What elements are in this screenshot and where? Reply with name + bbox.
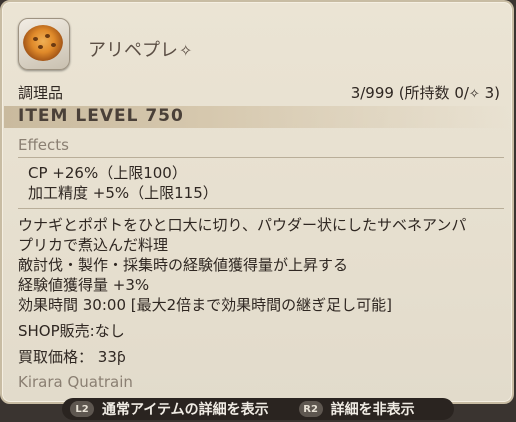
r2-button-icon: R2: [298, 401, 323, 417]
sell-price: 買取価格： 33ƥ: [18, 346, 126, 367]
item-name: アリペプレ✧: [88, 36, 192, 62]
item-icon: [18, 18, 70, 70]
hq-icon: ✧: [179, 41, 193, 60]
effect-line: CP +26%（上限100）: [28, 164, 187, 182]
gil-icon: ƥ: [116, 350, 126, 366]
description-divider: [18, 208, 504, 209]
effects-divider: [18, 157, 504, 158]
effects-title: Effects: [18, 136, 69, 154]
item-tooltip-panel: アリペプレ✧ 調理品 3/999 (所持数 0/✧ 3) ITEM LEVEL …: [0, 0, 514, 404]
description-line: 経験値獲得量 +3%: [18, 276, 150, 294]
description-line: プリカで煮込んだ料理: [18, 236, 169, 254]
effect-line: 加工精度 +5%（上限115）: [28, 184, 218, 202]
shop-info: SHOP販売:なし: [18, 322, 125, 340]
item-stock-count: 3/999 (所持数 0/✧ 3): [351, 82, 500, 103]
l2-button-icon: L2: [70, 401, 94, 417]
stock-hq-count: 3): [479, 84, 500, 102]
stock-text: 3/999 (所持数 0/: [350, 84, 469, 102]
description-line: ウナギとポポトをひと口大に切り、パウダー状にしたサベネアンパ: [18, 216, 467, 234]
sell-price-label: 買取価格：: [18, 348, 94, 366]
sell-price-value: 33: [97, 348, 117, 366]
hq-icon: ✧: [468, 87, 480, 102]
description-line: 敵討伐・製作・採集時の経験値獲得量が上昇する: [18, 256, 349, 274]
hide-details-action[interactable]: 詳細を非表示: [331, 399, 415, 419]
item-name-text: アリペプレ: [88, 40, 178, 61]
footer-hint-bar: L2 通常アイテムの詳細を表示 R2 詳細を非表示: [62, 398, 454, 420]
item-level: ITEM LEVEL 750: [18, 106, 184, 126]
show-normal-details-action[interactable]: 通常アイテムの詳細を表示: [102, 399, 269, 419]
description-line: 効果時間 30:00 [最大2倍まで効果時間の継ぎ足し可能]: [18, 296, 393, 314]
item-category: 調理品: [18, 84, 64, 102]
food-bowl-icon: [23, 25, 63, 61]
crafter-name: Kirara Quatrain: [18, 373, 133, 391]
